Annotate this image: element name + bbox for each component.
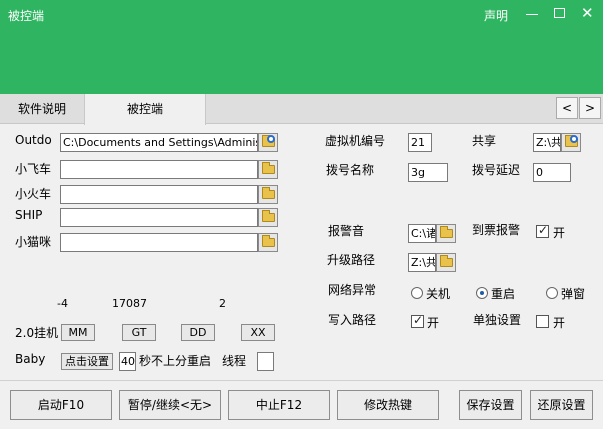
outdo-path-input[interactable]: C:\Documents and Settings\Administrato bbox=[60, 133, 258, 152]
seconds-input[interactable]: 40 bbox=[119, 352, 136, 371]
stat-value-1: -4 bbox=[57, 297, 68, 310]
alarm-sound-input[interactable]: C:\诸 bbox=[408, 224, 436, 243]
train-label: 小火车 bbox=[15, 187, 52, 201]
net-option-popup-radio[interactable] bbox=[546, 287, 558, 299]
ship-browse-button[interactable] bbox=[258, 208, 278, 227]
network-error-label: 网络异常 bbox=[328, 283, 377, 297]
ticket-alarm-label: 到票报警 bbox=[472, 223, 521, 237]
folder-open-icon bbox=[262, 187, 275, 199]
magnifier-icon bbox=[570, 135, 578, 143]
restart-label: 秒不上分重启 bbox=[139, 354, 212, 368]
net-option-popup-label: 弹窗 bbox=[561, 287, 586, 301]
tab-strip: 软件说明 被控端 < > bbox=[0, 94, 603, 125]
save-settings-button[interactable]: 保存设置 bbox=[459, 390, 522, 420]
gt-button[interactable]: GT bbox=[122, 324, 156, 341]
share-browse-button[interactable] bbox=[561, 133, 581, 152]
vm-number-input[interactable]: 21 bbox=[408, 133, 432, 152]
outdo-label: Outdo bbox=[15, 133, 52, 147]
train-path-input[interactable] bbox=[60, 185, 258, 204]
title-bar: 被控端 声明 ✕ bbox=[0, 0, 603, 94]
folder-open-icon bbox=[440, 226, 453, 238]
stop-button[interactable]: 中止F12 bbox=[228, 390, 330, 420]
ticket-alarm-checkbox[interactable]: ✓ bbox=[536, 223, 549, 238]
folder-open-icon bbox=[262, 210, 275, 222]
chevron-left-icon: < bbox=[561, 101, 573, 115]
tab-software-info[interactable]: 软件说明 bbox=[0, 94, 84, 124]
restore-settings-button[interactable]: 还原设置 bbox=[530, 390, 593, 420]
pause-resume-button[interactable]: 暂停/继续<无> bbox=[119, 390, 221, 420]
maximize-button[interactable] bbox=[548, 2, 572, 26]
statement-link[interactable]: 声明 bbox=[484, 7, 508, 24]
tab-scroll-right-button[interactable]: > bbox=[579, 97, 601, 119]
stat-value-3: 2 bbox=[219, 297, 226, 310]
single-setting-option: 开 bbox=[553, 316, 566, 330]
check-icon: ✓ bbox=[413, 313, 424, 327]
dd-button[interactable]: DD bbox=[181, 324, 215, 341]
thread-input[interactable] bbox=[257, 352, 274, 371]
write-path-option: 开 bbox=[427, 316, 440, 330]
hang-label: 2.0挂机 bbox=[15, 326, 59, 340]
maximize-icon bbox=[554, 8, 565, 18]
upgrade-path-label: 升级路径 bbox=[327, 253, 376, 267]
folder-open-icon bbox=[262, 162, 275, 174]
car-browse-button[interactable] bbox=[258, 160, 278, 179]
folder-open-icon bbox=[262, 235, 275, 247]
dial-name-label: 拨号名称 bbox=[326, 163, 375, 177]
share-path-input[interactable]: Z:\共 bbox=[533, 133, 561, 152]
baby-label: Baby bbox=[15, 352, 46, 366]
car-label: 小飞车 bbox=[15, 162, 52, 176]
ticket-alarm-option: 开 bbox=[553, 226, 566, 240]
folder-open-icon bbox=[440, 255, 453, 267]
radio-selected-dot bbox=[480, 291, 484, 295]
dial-name-input[interactable]: 3g bbox=[408, 163, 448, 182]
net-option-shutdown-radio[interactable] bbox=[411, 287, 423, 299]
single-setting-checkbox[interactable] bbox=[536, 315, 549, 328]
ship-label: SHIP bbox=[15, 208, 43, 222]
minimize-icon bbox=[526, 14, 538, 15]
thread-label: 线程 bbox=[222, 354, 247, 368]
modify-hotkey-button[interactable]: 修改热键 bbox=[337, 390, 439, 420]
mm-button[interactable]: MM bbox=[61, 324, 95, 341]
net-option-restart-label: 重启 bbox=[491, 287, 516, 301]
outdo-browse-button[interactable] bbox=[258, 133, 278, 152]
single-setting-label: 单独设置 bbox=[473, 313, 522, 327]
write-path-checkbox[interactable]: ✓ bbox=[411, 313, 424, 328]
window-title: 被控端 bbox=[8, 9, 45, 23]
close-button[interactable]: ✕ bbox=[576, 2, 600, 26]
start-button[interactable]: 启动F10 bbox=[10, 390, 112, 420]
xx-button[interactable]: XX bbox=[241, 324, 275, 341]
tab-scroll-left-button[interactable]: < bbox=[556, 97, 578, 119]
check-icon: ✓ bbox=[538, 223, 549, 237]
tab-controlled-end[interactable]: 被控端 bbox=[84, 94, 206, 125]
share-label: 共享 bbox=[472, 134, 497, 148]
chevron-right-icon: > bbox=[584, 101, 596, 115]
minimize-button[interactable] bbox=[520, 2, 544, 26]
net-option-shutdown-label: 关机 bbox=[426, 287, 451, 301]
alarm-sound-browse-button[interactable] bbox=[436, 224, 456, 243]
alarm-sound-label: 报警音 bbox=[328, 224, 365, 238]
vm-number-label: 虚拟机编号 bbox=[325, 134, 386, 148]
bottom-toolbar: 启动F10 暂停/继续<无> 中止F12 修改热键 保存设置 还原设置 bbox=[0, 380, 603, 429]
net-option-restart-radio[interactable] bbox=[476, 287, 488, 299]
click-setup-button[interactable]: 点击设置 bbox=[61, 353, 113, 370]
write-path-label: 写入路径 bbox=[328, 313, 377, 327]
dial-delay-input[interactable]: 0 bbox=[533, 163, 571, 182]
cat-label: 小猫咪 bbox=[15, 235, 52, 249]
ship-path-input[interactable] bbox=[60, 208, 258, 227]
train-browse-button[interactable] bbox=[258, 185, 278, 204]
close-icon: ✕ bbox=[581, 4, 594, 22]
cat-path-input[interactable] bbox=[60, 233, 258, 252]
stat-value-2: 17087 bbox=[112, 297, 147, 310]
dial-delay-label: 拨号延迟 bbox=[472, 163, 521, 177]
upgrade-path-input[interactable]: Z:\共 bbox=[408, 253, 436, 272]
car-path-input[interactable] bbox=[60, 160, 258, 179]
cat-browse-button[interactable] bbox=[258, 233, 278, 252]
magnifier-icon bbox=[267, 135, 275, 143]
upgrade-path-browse-button[interactable] bbox=[436, 253, 456, 272]
